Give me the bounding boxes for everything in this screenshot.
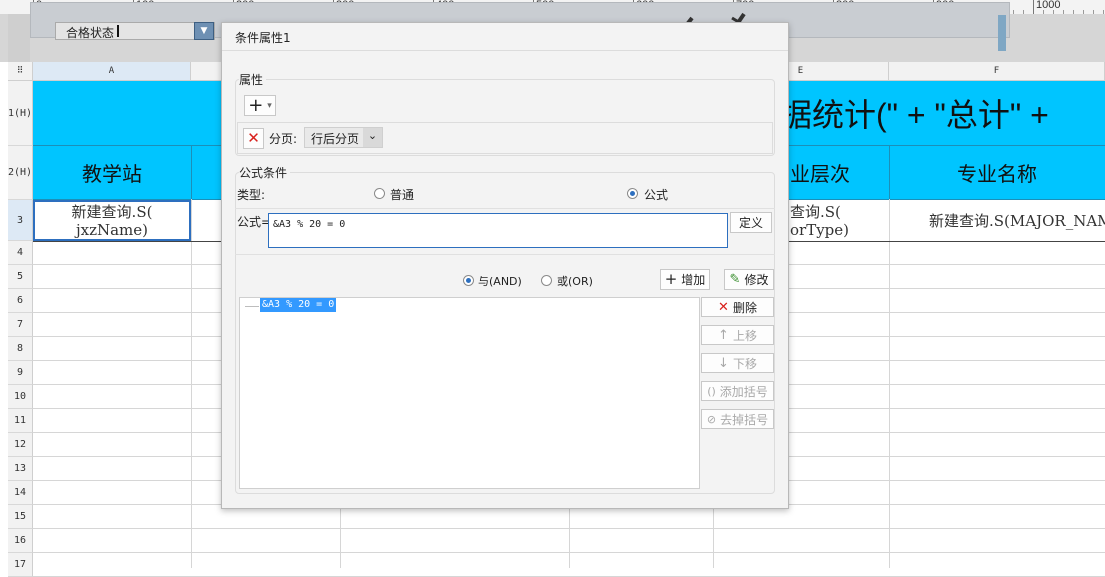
add-bracket-label: 添加括号 [719,384,768,399]
properties-section-label: 属性 [239,71,267,88]
formula-input-value: &A3 % 20 = 0 [273,219,346,230]
row-header[interactable]: 3 [8,200,33,241]
header-cell-jiaoxuezhan[interactable]: 教学站 [33,146,191,199]
arrow-up-icon: ↑ [718,327,729,343]
formula-input[interactable]: &A3 % 20 = 0 [268,213,728,248]
radio-and[interactable] [463,275,474,286]
delete-condition-label: 删除 [732,300,757,315]
cell-selection [33,200,191,241]
formula-divider [235,208,775,209]
row-header[interactable]: 7 [8,313,33,337]
remove-bracket-icon: ⊘ [706,412,717,426]
column-header-a[interactable]: A [33,62,191,81]
condition-list[interactable]: &A3 % 20 = 0 [239,297,700,489]
row-header[interactable]: 15 [8,505,33,529]
condition-properties-dialog: 条件属性1 属性 + ▾ ✕ 分页: 行后分页 ⌄ 公式条件 类型: 普通 公式… [221,22,789,509]
row-header[interactable]: 17 [8,553,33,577]
arrow-down-icon: ↓ [718,355,729,371]
header-cell-level[interactable]: 业层次 [790,146,889,199]
title-text: 据统计(" + "总计" + [780,97,1049,133]
ruler-tick: 1000 [1033,0,1060,14]
row-header[interactable]: 4 [8,241,33,265]
grid-corner[interactable]: ⠿ [8,62,33,81]
dialog-title: 条件属性1 [235,31,291,45]
grid-row-line [33,528,1105,529]
modify-condition-label: 修改 [744,273,769,287]
pagination-label: 分页: [269,132,298,146]
radio-or[interactable] [541,275,552,286]
row-header[interactable]: 10 [8,385,33,409]
move-down-button[interactable]: ↓ 下移 [701,353,774,373]
close-icon: ✕ [718,299,729,315]
pagination-select[interactable]: 行后分页 ⌄ [304,127,383,148]
row-header[interactable]: 2(H) [8,146,33,200]
remove-bracket-button[interactable]: ⊘ 去掉括号 [701,409,774,429]
add-condition-button[interactable]: + 增加 [660,269,710,290]
radio-normal[interactable] [374,188,385,199]
move-up-button[interactable]: ↑ 上移 [701,325,774,345]
add-bracket-button[interactable]: () 添加括号 [701,381,774,401]
row-header[interactable]: 11 [8,409,33,433]
type-label: 类型: [237,188,266,202]
modify-condition-button[interactable]: ✎ 修改 [724,269,774,290]
remove-bracket-label: 去掉括号 [720,412,769,427]
band-resize-handle[interactable] [998,15,1006,51]
define-button[interactable]: 定义 [730,212,772,233]
plus-icon: + [248,94,264,116]
row-header[interactable]: 1(H) [8,81,33,146]
move-up-label: 上移 [732,328,757,343]
add-condition-label: 增加 [681,273,706,287]
bracket-icon: () [707,384,716,398]
row-header[interactable]: 13 [8,457,33,481]
ruler-tick-label: 1000 [1036,0,1061,11]
grid-row-line [33,552,1105,553]
header-cell-major[interactable]: 专业名称 [889,146,1105,199]
move-down-label: 下移 [732,356,757,371]
row-header[interactable]: 9 [8,361,33,385]
radio-normal-label[interactable]: 普通 [390,186,414,203]
formula-label: 公式= [237,215,272,229]
column-header-f[interactable]: F [889,62,1105,81]
logic-divider [235,254,775,255]
row-header[interactable]: 5 [8,265,33,289]
radio-formula-label[interactable]: 公式 [644,186,668,203]
row-header[interactable]: 6 [8,289,33,313]
row-header[interactable]: 8 [8,337,33,361]
row-header[interactable]: 14 [8,481,33,505]
radio-or-label[interactable]: 或(OR) [557,273,593,289]
tree-line [245,306,259,307]
edit-icon: ✎ [729,272,741,287]
close-icon: ✕ [247,129,260,147]
formula-section-label: 公式条件 [239,164,291,181]
delete-condition-button[interactable]: ✕ 删除 [701,297,774,317]
widget-dropdown-button[interactable]: ▼ [194,22,214,40]
text-caret [117,25,119,37]
cell-f3[interactable]: 新建查询.S(MAJOR_NAM [889,200,1105,241]
radio-and-label[interactable]: 与(AND) [478,273,522,289]
widget-label[interactable]: 合格状态 [55,22,215,40]
row-header[interactable]: 12 [8,433,33,457]
row-header[interactable]: 16 [8,529,33,553]
chevron-down-icon: ▾ [267,100,272,111]
band-left-gutter [8,14,30,62]
title-divider [222,50,788,51]
add-property-button[interactable]: + ▾ [244,95,276,116]
cell-e3[interactable]: 查询.S( orType) [790,200,889,241]
chevron-down-icon: ⌄ [363,128,382,147]
pagination-value: 行后分页 [311,132,360,146]
radio-formula[interactable] [627,188,638,199]
plus-icon: + [664,270,678,288]
list-item[interactable]: &A3 % 20 = 0 [260,298,337,312]
delete-property-button[interactable]: ✕ [243,128,264,149]
